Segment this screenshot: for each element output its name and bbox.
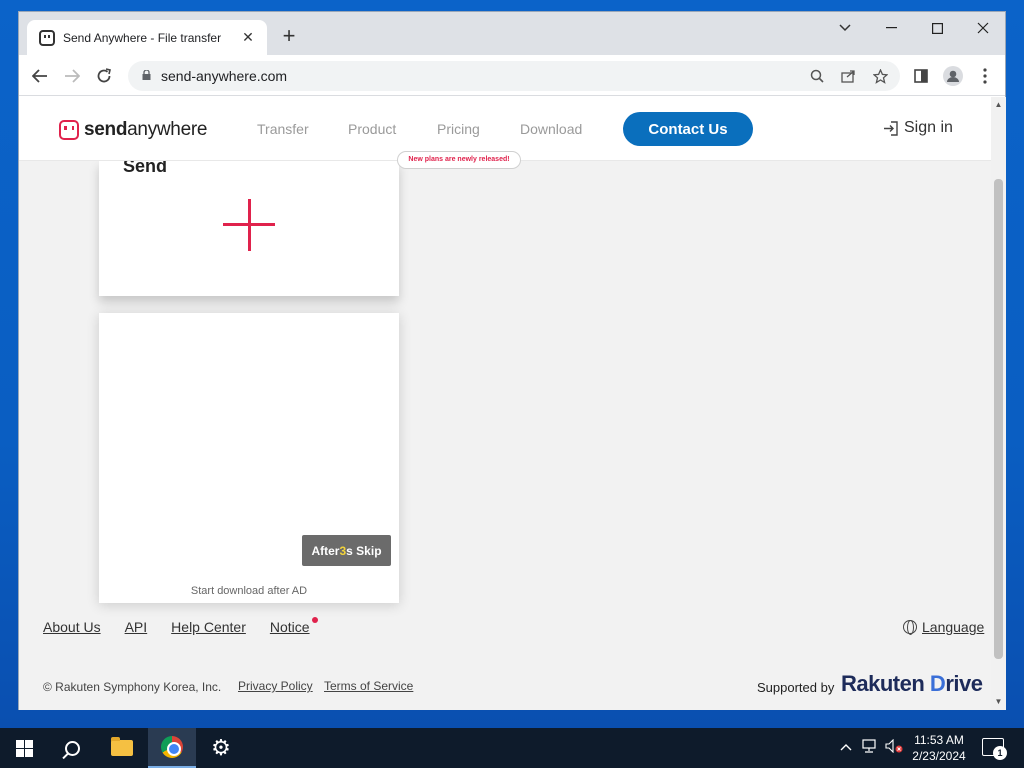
footer-link-api[interactable]: API	[125, 619, 148, 635]
ad-note: Start download after AD	[190, 585, 308, 597]
taskbar-chrome[interactable]	[148, 728, 196, 768]
skip-countdown: 3	[339, 543, 347, 558]
scroll-up-arrow-icon[interactable]: ▲	[994, 100, 1003, 109]
url-text[interactable]: send-anywhere.com	[161, 68, 287, 84]
skip-suffix: s Skip	[346, 543, 382, 558]
footer-link-notice[interactable]: Notice	[269, 617, 318, 635]
profile-avatar-icon[interactable]	[940, 63, 966, 89]
logo-text-light: anywhere	[127, 119, 208, 140]
footer-link-help-center[interactable]: Help Center	[171, 619, 246, 635]
new-tab-button[interactable]: +	[277, 25, 301, 47]
tab-close-icon[interactable]: ✕	[239, 29, 257, 46]
reload-button[interactable]	[91, 63, 117, 89]
share-icon[interactable]	[838, 66, 858, 86]
contact-us-button[interactable]: Contact Us	[623, 112, 753, 146]
browser-window: Send Anywhere - File transfer ✕ + send-a…	[18, 11, 1006, 710]
skip-ad-button[interactable]: After 3 s Skip	[302, 535, 391, 566]
nav-transfer[interactable]: Transfer	[257, 121, 309, 137]
close-window-button[interactable]	[960, 12, 1006, 44]
forward-button[interactable]	[59, 63, 85, 89]
send-anywhere-favicon-icon	[39, 29, 55, 46]
privacy-policy-link[interactable]: Privacy Policy	[238, 679, 313, 693]
logo-text-bold: send	[84, 119, 128, 140]
sign-in-icon	[884, 120, 898, 136]
copyright-text: © Rakuten Symphony Korea, Inc.	[43, 680, 222, 694]
globe-icon	[903, 620, 917, 635]
send-anywhere-logo[interactable]: sendanywhere	[59, 119, 207, 141]
browser-tab[interactable]: Send Anywhere - File transfer ✕	[27, 20, 267, 55]
footer-links: About Us API Help Center Notice	[43, 617, 318, 635]
supported-by-text: Supported by	[757, 680, 835, 695]
rakuten-drive-d: D	[929, 671, 946, 696]
volume-muted-icon[interactable]	[885, 738, 903, 756]
browser-toolbar: send-anywhere.com	[19, 55, 1005, 96]
scrollbar-thumb[interactable]	[994, 179, 1003, 659]
network-icon[interactable]	[862, 739, 878, 756]
lock-icon[interactable]	[142, 70, 151, 80]
nav-pricing[interactable]: Pricing	[437, 121, 480, 137]
footer-link-about-us[interactable]: About Us	[43, 619, 101, 635]
skip-prefix: After	[311, 543, 340, 558]
notice-label: Notice	[269, 619, 310, 635]
bookmark-star-icon[interactable]	[870, 66, 890, 86]
rakuten-drive-rest: rive	[945, 671, 983, 696]
file-explorer-icon	[111, 737, 133, 756]
chrome-icon	[161, 736, 183, 758]
clock-date: 2/23/2024	[912, 749, 966, 763]
tab-title: Send Anywhere - File transfer	[63, 30, 222, 45]
search-icon	[64, 740, 80, 756]
tab-strip: Send Anywhere - File transfer ✕ +	[19, 12, 1005, 55]
rakuten-wordmark: Rakuten	[841, 671, 925, 696]
nav-product[interactable]: Product	[348, 121, 396, 137]
search-zoom-icon[interactable]	[807, 66, 827, 86]
address-bar[interactable]: send-anywhere.com	[128, 61, 900, 91]
scroll-down-arrow-icon[interactable]: ▼	[994, 697, 1003, 706]
windows-start-icon	[15, 739, 33, 757]
show-hidden-icons-chevron-icon[interactable]	[840, 739, 852, 754]
ad-card: After 3 s Skip Start download after AD	[99, 313, 399, 603]
taskbar-file-explorer[interactable]	[98, 728, 146, 768]
send-card[interactable]: Send	[99, 156, 399, 296]
settings-gear-icon: ⚙	[211, 735, 231, 760]
tab-search-chevron-icon[interactable]	[822, 12, 868, 44]
taskbar-clock[interactable]: 11:53 AM 2/23/2024	[904, 732, 974, 764]
nav-download[interactable]: Download	[520, 121, 582, 137]
sign-in-link[interactable]: Sign in	[883, 119, 953, 137]
site-header: sendanywhere Transfer Product Pricing Do…	[19, 97, 991, 169]
terms-of-service-link[interactable]: Terms of Service	[324, 679, 413, 693]
page-viewport: Send sendanywhere Transfer Product Prici…	[19, 97, 991, 710]
maximize-button[interactable]	[914, 12, 960, 44]
browser-menu-icon[interactable]	[972, 63, 998, 89]
notification-count-badge: 1	[993, 746, 1007, 760]
clock-time: 11:53 AM	[914, 733, 964, 747]
send-anywhere-logo-icon	[59, 120, 79, 140]
language-selector[interactable]: Language	[903, 619, 984, 635]
sign-in-label: Sign in	[904, 119, 953, 136]
rakuten-drive-logo[interactable]: Rakuten Drive	[841, 671, 983, 697]
add-files-plus-icon-vertical[interactable]	[248, 199, 251, 251]
language-label: Language	[922, 619, 985, 635]
start-button[interactable]	[0, 728, 48, 768]
taskbar: ⚙ 11:53 AM 2/23/2024 1	[0, 728, 1024, 768]
minimize-button[interactable]	[868, 12, 914, 44]
page-scrollbar[interactable]: ▲ ▼	[991, 97, 1006, 710]
notice-dot-badge	[311, 617, 318, 623]
back-button[interactable]	[27, 63, 53, 89]
taskbar-search-button[interactable]	[48, 728, 96, 768]
pricing-badge: New plans are newly released!	[397, 151, 521, 169]
side-panel-icon[interactable]	[908, 63, 934, 89]
taskbar-settings[interactable]: ⚙	[197, 728, 245, 768]
